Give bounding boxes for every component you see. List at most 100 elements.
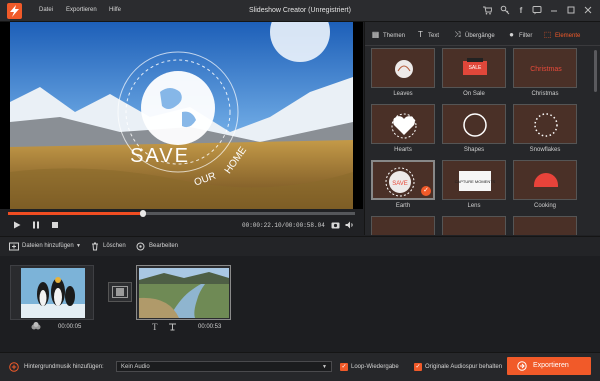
element-thumbnail: SAVE ✓ <box>371 160 435 200</box>
snapshot-icon[interactable] <box>331 221 340 229</box>
element-item-earth[interactable]: SAVE ✓ Earth <box>371 160 435 214</box>
edit-button[interactable]: Bearbeiten <box>149 243 178 249</box>
tab-label: Themen <box>383 33 406 39</box>
grid-icon: ▦ <box>371 30 380 39</box>
key-icon[interactable] <box>499 5 511 17</box>
element-item-hearts[interactable]: Hearts <box>371 104 435 158</box>
element-label: Earth <box>395 203 411 209</box>
elements-grid: Leaves SALE On Sale Christmas Christmas Heart… <box>371 48 597 235</box>
preview-image: SAVE OUR HOME <box>0 2 363 209</box>
element-item-lens[interactable]: CAPTURE MOMENTS Lens <box>442 160 506 214</box>
thumbnail-text: SAVE <box>392 181 408 187</box>
elements-panel: ▦ Themen T Text ⤨ Übergänge ● Filter ⬚ Elemente L… <box>364 22 600 235</box>
element-label: Christmas <box>531 91 559 97</box>
element-thumbnail: Christmas <box>513 48 577 88</box>
element-label: Leaves <box>393 91 413 97</box>
element-thumbnail <box>513 216 577 235</box>
dropdown-arrow-icon: ▼ <box>322 364 327 370</box>
add-music-icon[interactable] <box>9 362 19 372</box>
panel-scrollbar[interactable] <box>594 50 597 92</box>
timeline-clip[interactable] <box>136 265 231 320</box>
tab-label: Filter <box>519 33 533 39</box>
element-label: Snowflakes <box>529 147 561 153</box>
thumbnail-text: CAPTURE MOMENTS <box>455 179 496 184</box>
clip-duration: 00:00:53 <box>198 324 222 330</box>
pause-icon[interactable] <box>32 221 40 229</box>
tab-text[interactable]: T Text <box>416 30 439 39</box>
tab-label: Text <box>428 33 440 39</box>
tab-themen[interactable]: ▦ Themen <box>371 30 405 39</box>
element-item[interactable] <box>513 216 577 235</box>
element-thumbnail <box>442 216 506 235</box>
edit-icon[interactable] <box>136 242 145 253</box>
export-button[interactable]: Exportieren <box>507 357 591 375</box>
volume-icon[interactable] <box>345 221 354 229</box>
minimize-icon[interactable] <box>548 5 560 17</box>
clip-duration: 00:00:05 <box>58 324 82 330</box>
close-icon[interactable] <box>582 5 594 17</box>
maximize-icon[interactable] <box>565 5 577 17</box>
element-thumbnail <box>371 216 435 235</box>
clip-effect-icon[interactable] <box>31 322 41 330</box>
element-item-leaves[interactable]: Leaves <box>371 48 435 102</box>
video-preview[interactable]: SAVE OUR HOME <box>0 2 363 209</box>
element-thumbnail <box>371 48 435 88</box>
tab-filter[interactable]: ● Filter <box>507 30 532 39</box>
thumbnail-text: Christmas <box>530 66 562 73</box>
audio-select[interactable]: Kein Audio ▼ <box>116 361 332 372</box>
transition-icon <box>112 286 128 298</box>
element-thumbnail <box>513 160 577 200</box>
element-item-cooking[interactable]: Cooking <box>513 160 577 214</box>
transition-icon: ⤨ <box>454 30 461 39</box>
transition-slot[interactable] <box>108 282 132 302</box>
feedback-icon[interactable] <box>531 5 543 17</box>
elements-icon: ⬚ <box>543 30 552 39</box>
delete-button[interactable]: Löschen <box>103 243 126 249</box>
element-label: On Sale <box>463 91 485 97</box>
progress-fill <box>8 212 144 215</box>
text-icon: T <box>418 30 423 39</box>
timeline: 00:00:05 T 00:00:53 <box>0 256 600 352</box>
music-label: Hintergrundmusik hinzufügen: <box>24 364 104 370</box>
keep-audio-checkbox[interactable]: ✓ <box>414 363 422 371</box>
thumbnail-text: SALE <box>469 65 482 71</box>
cart-icon[interactable] <box>481 5 493 17</box>
add-files-dropdown-icon[interactable]: ▼ <box>76 243 81 249</box>
element-label: Hearts <box>394 147 412 153</box>
element-label: Lens <box>467 203 481 209</box>
element-item-onsale[interactable]: SALE On Sale <box>442 48 506 102</box>
loop-checkbox[interactable]: ✓ <box>340 363 348 371</box>
app-window: Datei Exportieren Hilfe Slideshow Creato… <box>0 0 600 381</box>
element-thumbnail <box>371 104 435 144</box>
add-files-icon[interactable] <box>9 242 19 253</box>
tab-bergnge[interactable]: ⤨ Übergänge <box>453 30 495 40</box>
filter-icon: ● <box>509 30 514 39</box>
export-label: Exportieren <box>533 362 569 369</box>
timeline-clip[interactable] <box>10 265 94 320</box>
element-thumbnail <box>513 104 577 144</box>
element-label: Shapes <box>463 147 485 153</box>
add-files-button[interactable]: Dateien hinzufügen <box>22 243 74 249</box>
tab-elemente[interactable]: ⬚ Elemente <box>543 30 581 39</box>
audio-select-value: Kein Audio <box>121 364 150 370</box>
overlay-save-text: SAVE <box>130 145 190 167</box>
clip-element-icon[interactable] <box>168 323 177 331</box>
clip-text-icon[interactable]: T <box>152 322 158 332</box>
play-icon[interactable] <box>13 221 21 229</box>
element-item-snowflakes[interactable]: Snowflakes <box>513 104 577 158</box>
panel-tabs: ▦ Themen T Text ⤨ Übergänge ● Filter ⬚ Elemente <box>365 22 600 46</box>
stop-icon[interactable] <box>51 221 59 229</box>
loop-label: Loop-Wiedergabe <box>351 364 399 370</box>
element-item[interactable] <box>442 216 506 235</box>
tab-label: Übergänge <box>465 33 495 39</box>
element-item-christmas[interactable]: Christmas Christmas <box>513 48 577 102</box>
trash-icon[interactable] <box>91 242 99 253</box>
playback-progress[interactable] <box>8 210 355 217</box>
media-toolbar <box>0 236 600 256</box>
element-item[interactable] <box>371 216 435 235</box>
element-item-shapes[interactable]: Shapes <box>442 104 506 158</box>
playback-time: 00:00:22.10/00:00:58.04 <box>242 222 325 229</box>
element-thumbnail: CAPTURE MOMENTS <box>442 160 506 200</box>
facebook-icon[interactable]: f <box>515 5 527 17</box>
export-icon <box>517 361 527 371</box>
